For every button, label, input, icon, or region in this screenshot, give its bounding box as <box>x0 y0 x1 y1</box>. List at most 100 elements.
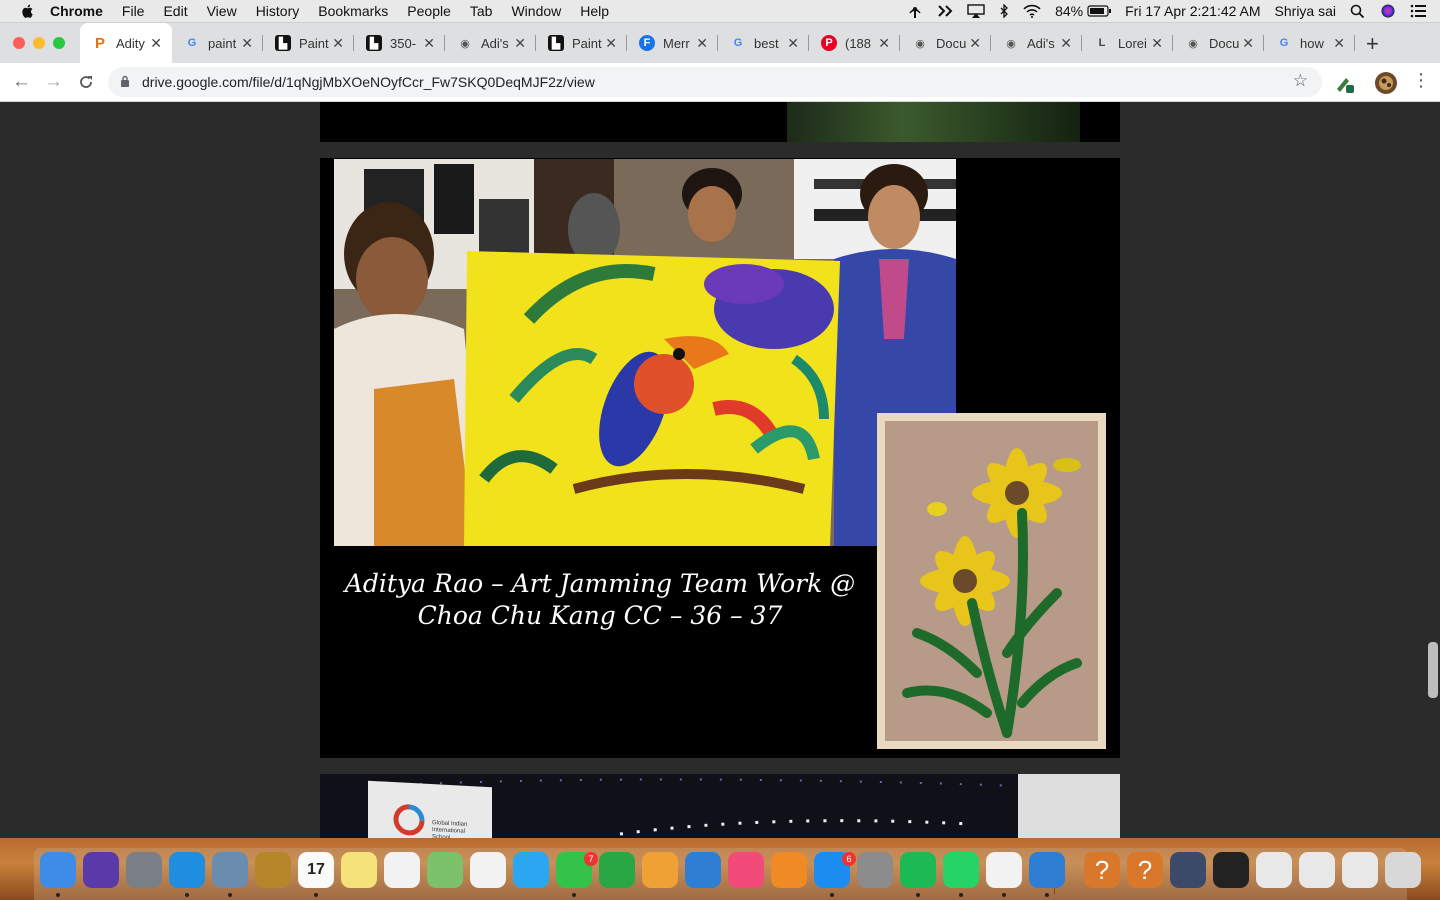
page-scrollbar[interactable] <box>1428 642 1438 698</box>
close-tab-icon[interactable]: ✕ <box>1242 35 1254 52</box>
globe-icon: ◉ <box>915 37 925 50</box>
close-tab-icon[interactable]: ✕ <box>332 35 344 52</box>
pages-icon[interactable] <box>642 852 678 888</box>
profile-avatar[interactable] <box>1374 71 1398 95</box>
menu-user[interactable]: Shriya sai <box>1275 3 1336 19</box>
globe-icon: ◉ <box>460 37 470 50</box>
browser-tab[interactable]: ▙ 350- ✕ <box>354 23 445 63</box>
forward-button[interactable]: → <box>44 71 63 93</box>
new-tab-button[interactable]: + <box>1366 31 1379 57</box>
url-text[interactable]: drive.google.com/file/d/1qNgjMbXOeNOyfCc… <box>142 74 595 90</box>
school-sign-text: Global Indian International School <box>432 820 468 838</box>
browser-tab[interactable]: ◉ Adi's ✕ <box>991 23 1082 63</box>
document-window-icon[interactable] <box>1299 852 1335 888</box>
close-tab-icon[interactable]: ✕ <box>696 35 708 52</box>
browser-tab[interactable]: ◉ Docu ✕ <box>900 23 991 63</box>
browser-tab[interactable]: P Adity ✕ <box>80 23 172 63</box>
airplay-icon[interactable] <box>967 4 985 18</box>
menu-edit[interactable]: Edit <box>163 3 187 19</box>
macos-menu-bar: Chrome File Edit View History Bookmarks … <box>0 0 1440 23</box>
whatsapp-icon[interactable] <box>943 852 979 888</box>
browser-tab[interactable]: Ghow ✕ <box>1264 23 1355 63</box>
reminders-icon[interactable] <box>384 852 420 888</box>
itunes-icon[interactable] <box>728 852 764 888</box>
menu-window[interactable]: Window <box>511 3 561 19</box>
close-tab-icon[interactable]: ✕ <box>1151 35 1163 52</box>
menu-history[interactable]: History <box>256 3 300 19</box>
siri-icon[interactable] <box>83 852 119 888</box>
extension-pen-icon[interactable] <box>1333 72 1355 94</box>
hotspot-icon[interactable] <box>907 4 923 18</box>
extension-status-icon[interactable] <box>937 4 953 18</box>
browser-tab[interactable]: ◉ Adi's ✕ <box>445 23 536 63</box>
terminal-window-icon[interactable] <box>1213 852 1249 888</box>
close-tab-icon[interactable]: ✕ <box>969 35 981 52</box>
menu-chrome[interactable]: Chrome <box>50 3 103 19</box>
close-tab-icon[interactable]: ✕ <box>1333 35 1345 52</box>
vscode-icon[interactable] <box>1029 852 1065 888</box>
bluetooth-icon[interactable] <box>999 4 1009 18</box>
close-tab-icon[interactable]: ✕ <box>150 35 162 52</box>
menu-people[interactable]: People <box>407 3 451 19</box>
close-tab-icon[interactable]: ✕ <box>1060 35 1072 52</box>
reload-icon[interactable] <box>78 74 94 90</box>
bookmark-star-icon[interactable]: ☆ <box>1293 71 1308 91</box>
messages-icon[interactable] <box>513 852 549 888</box>
launchpad-icon[interactable] <box>126 852 162 888</box>
lock-icon[interactable] <box>120 75 130 87</box>
notes-brown-icon[interactable] <box>255 852 291 888</box>
close-tab-icon[interactable]: ✕ <box>605 35 617 52</box>
browser-tab[interactable]: ▙ Paint ✕ <box>263 23 354 63</box>
menu-clock[interactable]: Fri 17 Apr 2:21:42 AM <box>1125 3 1260 19</box>
books-icon[interactable] <box>771 852 807 888</box>
maps-icon[interactable] <box>427 852 463 888</box>
numbers-icon[interactable] <box>599 852 635 888</box>
back-button[interactable]: ← <box>12 71 31 93</box>
close-window-button[interactable] <box>13 37 25 49</box>
document-window-icon[interactable] <box>1256 852 1292 888</box>
notes-icon[interactable] <box>341 852 377 888</box>
zoom-window-button[interactable] <box>53 37 65 49</box>
finder-icon[interactable] <box>40 852 76 888</box>
address-bar[interactable]: drive.google.com/file/d/1qNgjMbXOeNOyfCc… <box>108 67 1322 97</box>
browser-tab[interactable]: L Lorei ✕ <box>1082 23 1173 63</box>
calendar-icon[interactable]: 17 <box>298 852 334 888</box>
close-tab-icon[interactable]: ✕ <box>423 35 435 52</box>
close-tab-icon[interactable]: ✕ <box>878 35 890 52</box>
safari-icon[interactable] <box>169 852 205 888</box>
screenshot-window-icon[interactable] <box>1170 852 1206 888</box>
browser-tab[interactable]: Gbest ✕ <box>718 23 809 63</box>
unknown-app-icon[interactable]: ? <box>1084 852 1120 888</box>
notification-center-icon[interactable] <box>1410 4 1426 18</box>
spotify-icon[interactable] <box>900 852 936 888</box>
browser-tab[interactable]: F Merr ✕ <box>627 23 718 63</box>
document-window-icon[interactable] <box>1342 852 1378 888</box>
close-tab-icon[interactable]: ✕ <box>514 35 526 52</box>
system-preferences-icon[interactable] <box>857 852 893 888</box>
menu-tab[interactable]: Tab <box>470 3 493 19</box>
menu-bookmarks[interactable]: Bookmarks <box>318 3 388 19</box>
spotlight-search-icon[interactable] <box>1350 4 1366 18</box>
browser-tab[interactable]: Gpaint ✕ <box>172 23 263 63</box>
keynote-icon[interactable] <box>685 852 721 888</box>
browser-menu-icon[interactable]: ⋮ <box>1412 70 1430 91</box>
photos-icon[interactable] <box>470 852 506 888</box>
menu-view[interactable]: View <box>207 3 237 19</box>
minimize-window-button[interactable] <box>33 37 45 49</box>
wifi-icon[interactable] <box>1023 4 1041 18</box>
menu-file[interactable]: File <box>122 3 145 19</box>
browser-tab[interactable]: P (188 ✕ <box>809 23 900 63</box>
apple-icon[interactable] <box>20 3 36 19</box>
unknown-app-icon[interactable]: ? <box>1127 852 1163 888</box>
preview-icon[interactable] <box>212 852 248 888</box>
browser-tab[interactable]: ▙ Paint ✕ <box>536 23 627 63</box>
chrome-icon[interactable] <box>986 852 1022 888</box>
trash-icon[interactable] <box>1385 852 1421 888</box>
siri-menubar-icon[interactable] <box>1380 4 1396 18</box>
browser-tab[interactable]: ◉ Docu ✕ <box>1173 23 1264 63</box>
notification-badge: 6 <box>842 852 856 866</box>
battery-icon[interactable] <box>1087 4 1112 18</box>
close-tab-icon[interactable]: ✕ <box>241 35 253 52</box>
menu-help[interactable]: Help <box>580 3 609 19</box>
close-tab-icon[interactable]: ✕ <box>787 35 799 52</box>
